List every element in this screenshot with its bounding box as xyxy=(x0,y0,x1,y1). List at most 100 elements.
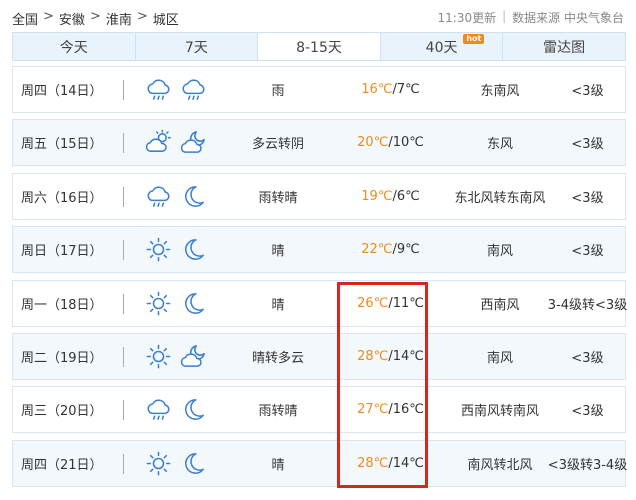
breadcrumb-item-district: 城区 xyxy=(152,13,179,28)
wind-level: <3级 xyxy=(571,351,604,366)
row-divider xyxy=(123,454,124,474)
weather-icons xyxy=(145,334,207,379)
forecast-date: 周三（20日） xyxy=(21,404,103,419)
sun-icon xyxy=(145,290,172,317)
high-temperature: 28℃ xyxy=(357,456,389,471)
weather-icons xyxy=(145,67,207,112)
breadcrumb-separator: > xyxy=(136,9,148,24)
weather-icons xyxy=(145,281,207,326)
sun-icon xyxy=(145,343,172,370)
forecast-row: 周六（16日） 雨转晴 19℃/6℃ 东北风转东南风 <3级 xyxy=(12,173,626,220)
wind-level: <3级 xyxy=(571,244,604,259)
forecast-date: 周六（16日） xyxy=(21,191,103,206)
low-temperature: /14℃ xyxy=(388,456,424,471)
high-temperature: 19℃ xyxy=(361,189,393,204)
weather-description: 雨转晴 xyxy=(258,404,298,419)
update-info: 11:30更新 | 数据来源 中央气象台 xyxy=(438,9,624,26)
sun-icon xyxy=(145,450,172,477)
wind-level: 3-4级转<3级 xyxy=(547,298,628,313)
forecast-date: 周四（21日） xyxy=(21,458,103,473)
high-temperature: 16℃ xyxy=(361,82,393,97)
weather-description: 雨 xyxy=(271,84,285,99)
moon-icon xyxy=(180,450,207,477)
high-temperature: 28℃ xyxy=(357,349,389,364)
meta-divider: | xyxy=(502,9,507,23)
tab-label: 今天 xyxy=(59,39,88,56)
wind-level: <3级 xyxy=(571,404,604,419)
tab-8-15-days[interactable]: 8-15天 xyxy=(258,33,381,60)
weather-icons xyxy=(145,174,207,219)
row-divider xyxy=(123,294,124,314)
temperature: 28℃/14℃ xyxy=(343,334,438,379)
wind-level: <3级 xyxy=(571,191,604,206)
weather-description: 晴 xyxy=(271,244,285,259)
forecast-row: 周二（19日） 晴转多云 28℃/14℃ 南风 <3级 xyxy=(12,333,626,380)
low-temperature: /9℃ xyxy=(392,242,420,257)
temperature: 28℃/14℃ xyxy=(343,441,438,486)
breadcrumb-separator: > xyxy=(43,9,54,24)
forecast-date: 周二（19日） xyxy=(21,351,103,366)
row-divider xyxy=(123,240,124,260)
moon-icon xyxy=(180,236,207,263)
low-temperature: /11℃ xyxy=(388,296,424,311)
rain-cloud-icon xyxy=(145,76,172,103)
temperature: 19℃/6℃ xyxy=(343,174,438,219)
wind-level: <3级 xyxy=(571,137,604,152)
moon-icon xyxy=(180,290,207,317)
breadcrumb-item-province[interactable]: 安徽 xyxy=(59,9,85,28)
breadcrumb-separator: > xyxy=(89,9,101,24)
low-temperature: /10℃ xyxy=(388,135,424,150)
low-temperature: /6℃ xyxy=(392,189,420,204)
breadcrumb-item-city[interactable]: 淮南 xyxy=(106,9,132,28)
forecast-row: 周一（18日）晴 26℃/11℃ 西南风 3-4级转<3级 xyxy=(12,280,627,327)
forecast-row: 周五（15日） 多云转阴 20℃/10℃ 东风 <3级 xyxy=(12,119,626,166)
forecast-row: 周四（14日）雨 16℃/7℃ 东南风 <3级 xyxy=(12,66,626,113)
weather-description: 晴 xyxy=(271,298,285,313)
partly-cloudy-moon-icon xyxy=(180,343,207,370)
low-temperature: /14℃ xyxy=(388,349,424,364)
hot-badge: hot xyxy=(463,34,485,44)
sun-icon xyxy=(145,236,172,263)
tab-radar[interactable]: 雷达图 xyxy=(503,33,625,60)
forecast-date: 周五（15日） xyxy=(21,137,103,152)
forecast-row: 周日（17日）晴 22℃/9℃ 南风 <3级 xyxy=(12,226,626,273)
high-temperature: 20℃ xyxy=(357,135,389,150)
data-source: 数据来源 中央气象台 xyxy=(512,11,624,25)
rain-cloud-icon xyxy=(145,183,172,210)
forecast-tabs: 今天 7天 8-15天 40天 hot 雷达图 xyxy=(12,32,626,61)
moon-icon xyxy=(180,396,207,423)
weather-description: 晴转多云 xyxy=(251,351,304,366)
update-time: 11:30更新 xyxy=(437,11,497,25)
row-divider xyxy=(123,187,124,207)
temperature: 20℃/10℃ xyxy=(343,120,438,165)
wind-level: <3级转3-4级 xyxy=(547,458,628,473)
forecast-date: 周四（14日） xyxy=(21,84,103,99)
breadcrumb-item-country[interactable]: 全国 xyxy=(12,9,38,28)
low-temperature: /7℃ xyxy=(392,82,420,97)
row-divider xyxy=(123,80,124,100)
temperature: 16℃/7℃ xyxy=(343,67,438,112)
high-temperature: 27℃ xyxy=(357,402,389,417)
low-temperature: /16℃ xyxy=(388,402,424,417)
weather-icons xyxy=(145,227,207,272)
tab-label: 7天 xyxy=(184,39,208,56)
tab-7-days[interactable]: 7天 xyxy=(135,33,259,60)
row-divider xyxy=(123,133,124,153)
wind-level: <3级 xyxy=(571,84,604,99)
weather-description: 多云转阴 xyxy=(251,137,304,152)
temperature: 22℃/9℃ xyxy=(343,227,438,272)
weather-icons xyxy=(145,387,207,432)
row-divider xyxy=(123,400,124,420)
partly-cloudy-sun-icon xyxy=(145,129,172,156)
tab-today[interactable]: 今天 xyxy=(13,33,136,60)
tab-40-days[interactable]: 40天 hot xyxy=(380,33,504,60)
forecast-row: 周三（20日） 雨转晴 27℃/16℃ 西南风转南风 <3级 xyxy=(12,386,626,433)
top-bar: 全国 > 安徽 > 淮南 > 城区 11:30更新 | 数据来源 中央气象台 xyxy=(0,0,636,32)
forecast-row: 周四（21日）晴 28℃/14℃ 南风转北风 <3级转3-4级 xyxy=(12,440,627,487)
temperature: 27℃/16℃ xyxy=(343,387,438,432)
weather-icons xyxy=(145,441,207,486)
temperature: 26℃/11℃ xyxy=(343,281,438,326)
high-temperature: 22℃ xyxy=(361,242,393,257)
weather-icons xyxy=(145,120,207,165)
forecast-date: 周一（18日） xyxy=(21,298,103,313)
